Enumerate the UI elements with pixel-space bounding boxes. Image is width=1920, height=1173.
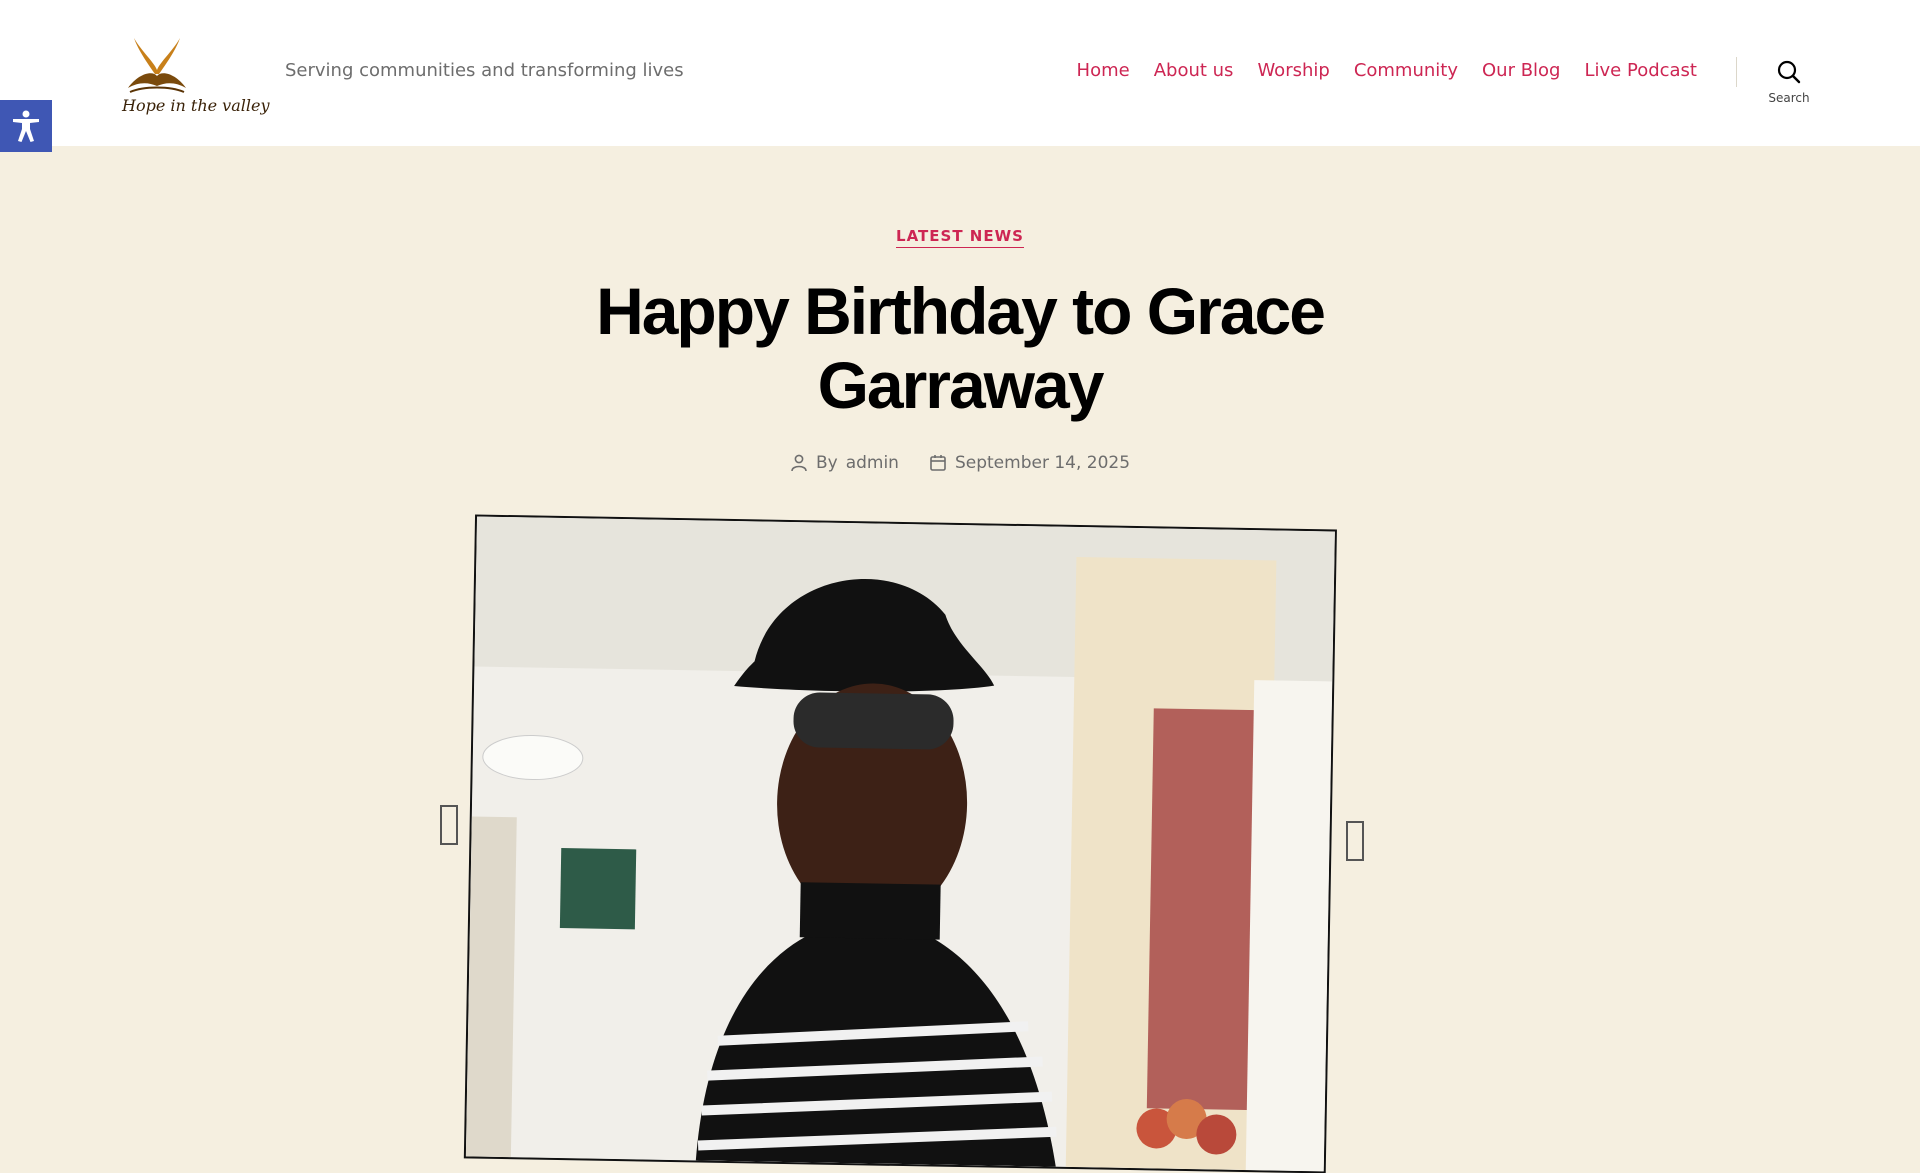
post-category: LATEST NEWS xyxy=(0,226,1920,248)
search-icon xyxy=(1777,60,1801,84)
primary-nav: Home About us Worship Community Our Blog… xyxy=(1077,60,1697,81)
nav-item-our-blog[interactable]: Our Blog xyxy=(1482,60,1561,81)
gallery-prev-arrow[interactable] xyxy=(434,801,464,849)
calendar-icon xyxy=(930,455,946,471)
site-header: Hope in the valley Serving communities a… xyxy=(0,0,1920,146)
chevron-right-icon xyxy=(1346,821,1364,861)
logo-hands-icon xyxy=(128,38,186,93)
post-date: September 14, 2025 xyxy=(929,453,1130,473)
featured-photo xyxy=(465,516,1335,1172)
site-tagline: Serving communities and transforming liv… xyxy=(285,60,684,81)
featured-image xyxy=(463,514,1337,1173)
search-toggle-button[interactable]: Search xyxy=(1762,58,1816,110)
accessibility-toggle-button[interactable] xyxy=(0,100,52,152)
nav-item-live-podcast[interactable]: Live Podcast xyxy=(1585,60,1698,81)
post-title: Happy Birthday to Grace Garraway xyxy=(596,274,1326,422)
category-link-latest-news[interactable]: LATEST NEWS xyxy=(896,227,1024,248)
nav-item-home[interactable]: Home xyxy=(1077,60,1130,81)
nav-item-community[interactable]: Community xyxy=(1354,60,1458,81)
author-link[interactable]: admin xyxy=(846,453,899,473)
nav-item-worship[interactable]: Worship xyxy=(1257,60,1329,81)
post-meta: By admin September 14, 2025 xyxy=(0,453,1920,473)
search-label: Search xyxy=(1768,91,1810,105)
logo-text: Hope in the valley xyxy=(122,96,270,115)
post-date-link[interactable]: September 14, 2025 xyxy=(955,453,1130,473)
chevron-left-icon xyxy=(440,805,458,845)
site-logo[interactable]: Hope in the valley xyxy=(118,36,270,120)
nav-divider xyxy=(1736,57,1737,87)
accessibility-icon xyxy=(13,110,39,142)
author-prefix: By xyxy=(815,453,838,473)
nav-item-about-us[interactable]: About us xyxy=(1154,60,1234,81)
post-author: By admin xyxy=(790,453,899,473)
user-icon xyxy=(791,454,807,472)
gallery-next-arrow[interactable] xyxy=(1340,817,1370,865)
